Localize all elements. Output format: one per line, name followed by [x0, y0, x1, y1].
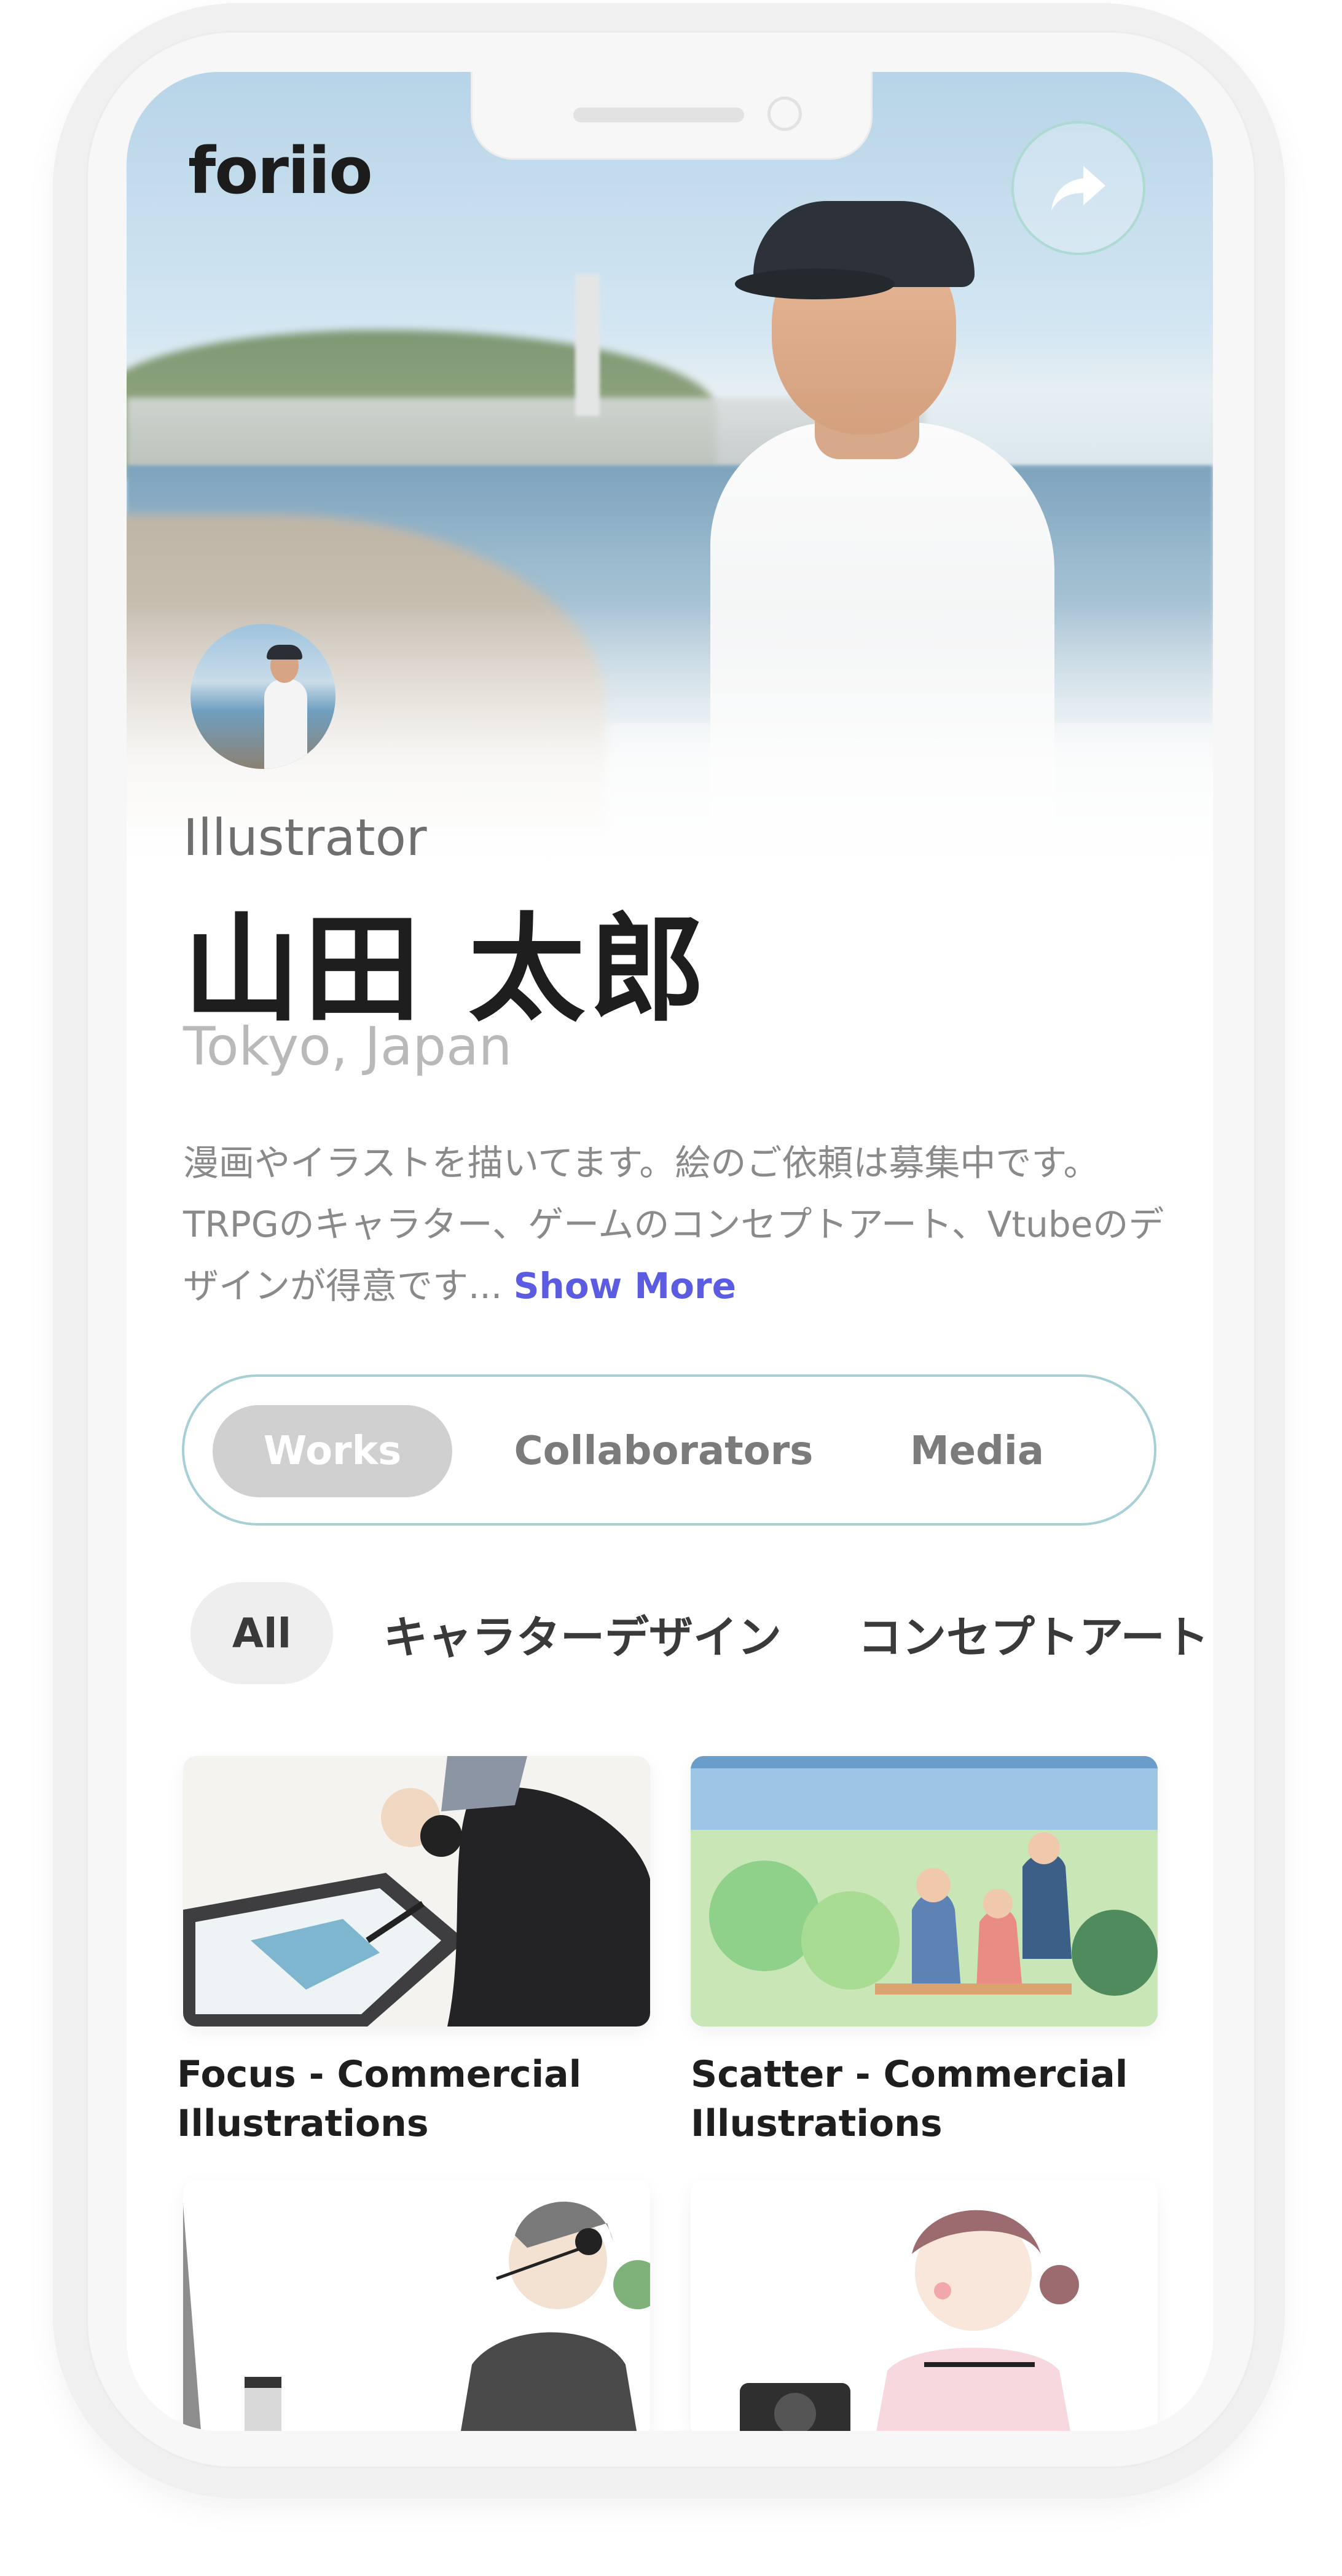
- work-card-focus[interactable]: [183, 1756, 650, 2027]
- category-concept-art[interactable]: コンセプトアート: [858, 1582, 1209, 1684]
- category-all[interactable]: All: [190, 1582, 333, 1684]
- notch-camera: [767, 97, 802, 131]
- avatar-body: [264, 679, 307, 769]
- profile-role: Illustrator: [183, 809, 427, 867]
- phone-notch: [471, 72, 873, 160]
- share-arrow-icon: [1051, 166, 1105, 210]
- work-card-4[interactable]: [691, 2180, 1158, 2431]
- work-thumbnail-scatter: [691, 1756, 1158, 2027]
- show-more-link[interactable]: Show More: [514, 1265, 736, 1307]
- work-title-focus[interactable]: Focus - Commercial Illustrations: [177, 2050, 650, 2148]
- person-cap-brim: [735, 269, 895, 299]
- work-thumbnail-camera-girl: [691, 2180, 1158, 2431]
- foriio-logo[interactable]: foriio: [188, 133, 373, 208]
- work-title-scatter[interactable]: Scatter - Commercial Illustrations: [691, 2050, 1164, 2148]
- phone-screen: foriio Illustrator 山田 太郎 Tokyo, Japan 漫画…: [127, 72, 1213, 2431]
- avatar-cap: [267, 645, 302, 660]
- share-button[interactable]: [1011, 121, 1145, 255]
- notch-speaker: [573, 108, 744, 122]
- work-card-3[interactable]: [183, 2180, 650, 2431]
- tab-works[interactable]: Works: [213, 1405, 452, 1497]
- category-character-design[interactable]: キャラターデザイン: [383, 1582, 782, 1684]
- work-thumbnail-focus: [183, 1756, 650, 2027]
- work-card-scatter[interactable]: [691, 1756, 1158, 2027]
- work-thumbnail-headset: [183, 2180, 650, 2431]
- avatar[interactable]: [190, 624, 336, 769]
- profile-bio: 漫画やイラストを描いてます。絵のご依頼は募集中です。TRPGのキャラター、ゲーム…: [183, 1132, 1179, 1317]
- profile-tabs: Works Collaborators Media: [182, 1374, 1156, 1526]
- profile-location: Tokyo, Japan: [183, 1016, 512, 1077]
- tab-collaborators[interactable]: Collaborators: [504, 1405, 823, 1497]
- cover-tower: [575, 275, 600, 416]
- tab-media[interactable]: Media: [866, 1405, 1088, 1497]
